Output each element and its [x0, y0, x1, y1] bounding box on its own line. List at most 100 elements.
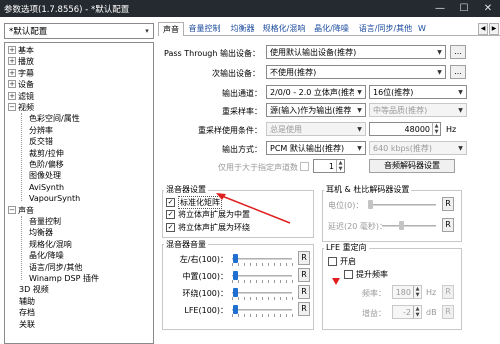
volume-reset-button[interactable]: R: [298, 251, 310, 265]
tree-item[interactable]: + 滤镜: [8, 91, 34, 102]
tab-6[interactable]: W: [416, 22, 428, 36]
channel-cond-checkbox[interactable]: [300, 162, 312, 171]
lfe-freq-reset-button[interactable]: R: [442, 285, 454, 299]
tree-item[interactable]: 反交错: [29, 136, 53, 147]
tree-item[interactable]: + 设备: [8, 79, 34, 90]
spinner-arrows-icon[interactable]: ▲ ▼: [432, 123, 440, 135]
tree-item[interactable]: AviSynth: [29, 182, 64, 193]
tree-item[interactable]: VapourSynth: [29, 193, 80, 204]
volume-slider-thumb[interactable]: [233, 271, 238, 280]
tree-item[interactable]: 图像处理: [29, 170, 61, 181]
spinner-arrows-icon[interactable]: ▲ ▼: [336, 160, 344, 172]
tab-1[interactable]: 音量控制: [185, 22, 224, 36]
settings-tree[interactable]: + 基本 + 播放 + 字幕 + 设备 + 滤镜 − 视频 色彩空间/属性 分辨率 反交错 裁剪/拉伸 色阶/偏…: [4, 42, 154, 344]
tab-3[interactable]: 规格化/混响: [261, 22, 307, 36]
tree-item[interactable]: 均衡器: [29, 227, 53, 238]
secondary-more-button[interactable]: ...: [450, 65, 466, 79]
tree-item[interactable]: 音量控制: [29, 216, 61, 227]
chevron-down-icon: ▼: [458, 106, 463, 114]
tree-item[interactable]: 分辨率: [29, 125, 53, 136]
tree-item[interactable]: 语言/同步/其他: [29, 262, 82, 273]
slider-tick: [280, 297, 281, 300]
passthrough-more-button[interactable]: ...: [450, 45, 466, 59]
rate-spinner[interactable]: 48000 ▲ ▼: [369, 122, 441, 136]
check-icon[interactable]: ✓: [166, 223, 175, 232]
tree-item[interactable]: Winamp DSP 插件: [29, 273, 99, 284]
collapse-icon[interactable]: −: [8, 205, 16, 214]
preset-dropdown[interactable]: *默认配置 ▾: [4, 23, 154, 39]
lfe-enable-box[interactable]: [328, 257, 337, 266]
lfe-gain-reset-button[interactable]: R: [442, 305, 454, 319]
tree-item[interactable]: 辅助: [19, 296, 35, 307]
quality-select[interactable]: 中等品质(推荐) ▼: [369, 103, 467, 117]
level-slider[interactable]: [368, 204, 436, 206]
level-slider-thumb[interactable]: [368, 200, 373, 209]
delay-reset-button[interactable]: R: [442, 218, 454, 232]
tree-item[interactable]: 晶化/降噪: [29, 250, 64, 261]
close-button[interactable]: ✕: [476, 0, 500, 17]
tab-2[interactable]: 均衡器: [225, 22, 260, 36]
bitrate-value: 640 kbps(推荐): [373, 143, 433, 153]
check-icon[interactable]: ✓: [166, 198, 175, 207]
spinner-arrows-icon[interactable]: ▲ ▼: [413, 306, 421, 318]
tab-scroll-right-icon[interactable]: ▶: [489, 23, 499, 35]
tab-5[interactable]: 语言/同步/其他: [356, 22, 415, 36]
tab-0[interactable]: 声音: [158, 22, 184, 37]
tree-item[interactable]: 裁剪/拉伸: [29, 148, 64, 159]
lfe-gain-spinner[interactable]: -2 ▲ ▼: [392, 305, 422, 319]
method-select[interactable]: PCM 默认输出(推荐) ▼: [266, 141, 366, 155]
expand-icon[interactable]: +: [8, 91, 16, 100]
volume-slider[interactable]: [232, 292, 292, 294]
tree-item[interactable]: 存档: [19, 307, 35, 318]
resample-select[interactable]: 源(输入)作为输出(推荐 ▼: [266, 103, 366, 117]
maximize-button[interactable]: ☐: [452, 0, 476, 17]
decoder-settings-button[interactable]: 音频解码器设置: [369, 159, 455, 173]
secondary-select[interactable]: 不使用(推荐) ▼: [266, 65, 446, 79]
volume-slider[interactable]: [232, 275, 292, 277]
volume-slider-thumb[interactable]: [233, 288, 238, 297]
bitrate-select[interactable]: 640 kbps(推荐) ▼: [369, 141, 467, 155]
tree-item[interactable]: + 字幕: [8, 68, 34, 79]
tab-4[interactable]: 晶化/降噪: [308, 22, 355, 36]
lfe-boost-checkbox[interactable]: 提升频率: [344, 269, 388, 280]
collapse-icon[interactable]: −: [8, 103, 16, 111]
tree-item[interactable]: + 基本: [8, 45, 34, 56]
tree-item[interactable]: − 视频: [8, 102, 34, 113]
lfe-freq-spinner[interactable]: 180 ▲ ▼: [392, 285, 422, 299]
bits-select[interactable]: 16位(推荐) ▼: [369, 85, 467, 99]
tree-item[interactable]: 3D 视频: [19, 284, 49, 295]
level-reset-button[interactable]: R: [442, 197, 454, 211]
volume-reset-button[interactable]: R: [298, 285, 310, 299]
tree-item[interactable]: 色阶/偏移: [29, 159, 64, 170]
volume-slider-thumb[interactable]: [233, 254, 238, 263]
slider-tick: [232, 297, 233, 300]
window-title: 参数选项(1.7.8556) - *默认配置: [4, 4, 130, 15]
expand-icon[interactable]: +: [8, 46, 16, 54]
lfe-enable-checkbox[interactable]: 开启: [328, 256, 356, 267]
channel-select[interactable]: 2/0/0 - 2.0 立体声(推荐 ▼: [266, 85, 366, 99]
volume-reset-button[interactable]: R: [298, 268, 310, 282]
volume-slider[interactable]: [232, 309, 292, 311]
channel-cond-spinner[interactable]: 1 ▲ ▼: [313, 159, 345, 173]
spinner-arrows-icon[interactable]: ▲ ▼: [413, 286, 421, 298]
tree-item[interactable]: 关联: [19, 319, 35, 330]
check-icon[interactable]: ✓: [166, 210, 175, 219]
tree-item[interactable]: + 播放: [8, 56, 34, 67]
expand-icon[interactable]: +: [8, 57, 16, 66]
tree-item[interactable]: − 声音: [8, 205, 34, 216]
volume-slider[interactable]: [232, 258, 292, 260]
expand-icon[interactable]: +: [8, 80, 16, 89]
tree-item[interactable]: 色彩空间/属性: [29, 113, 80, 124]
minimize-button[interactable]: —: [428, 0, 452, 17]
slider-tick: [244, 280, 245, 283]
volume-reset-button[interactable]: R: [298, 302, 310, 316]
passthrough-select[interactable]: 使用默认输出设备(推荐) ▼: [266, 45, 446, 59]
volume-slider-thumb[interactable]: [233, 305, 238, 314]
condition-select[interactable]: 总是使用 ▼: [266, 122, 366, 136]
delay-slider[interactable]: [382, 225, 436, 227]
delay-slider-thumb[interactable]: [398, 221, 404, 230]
lfe-boost-box[interactable]: [344, 270, 353, 279]
tab-scroll-left-icon[interactable]: ◀: [478, 23, 488, 35]
tree-item[interactable]: 规格化/混响: [29, 239, 72, 250]
expand-icon[interactable]: +: [8, 68, 16, 77]
